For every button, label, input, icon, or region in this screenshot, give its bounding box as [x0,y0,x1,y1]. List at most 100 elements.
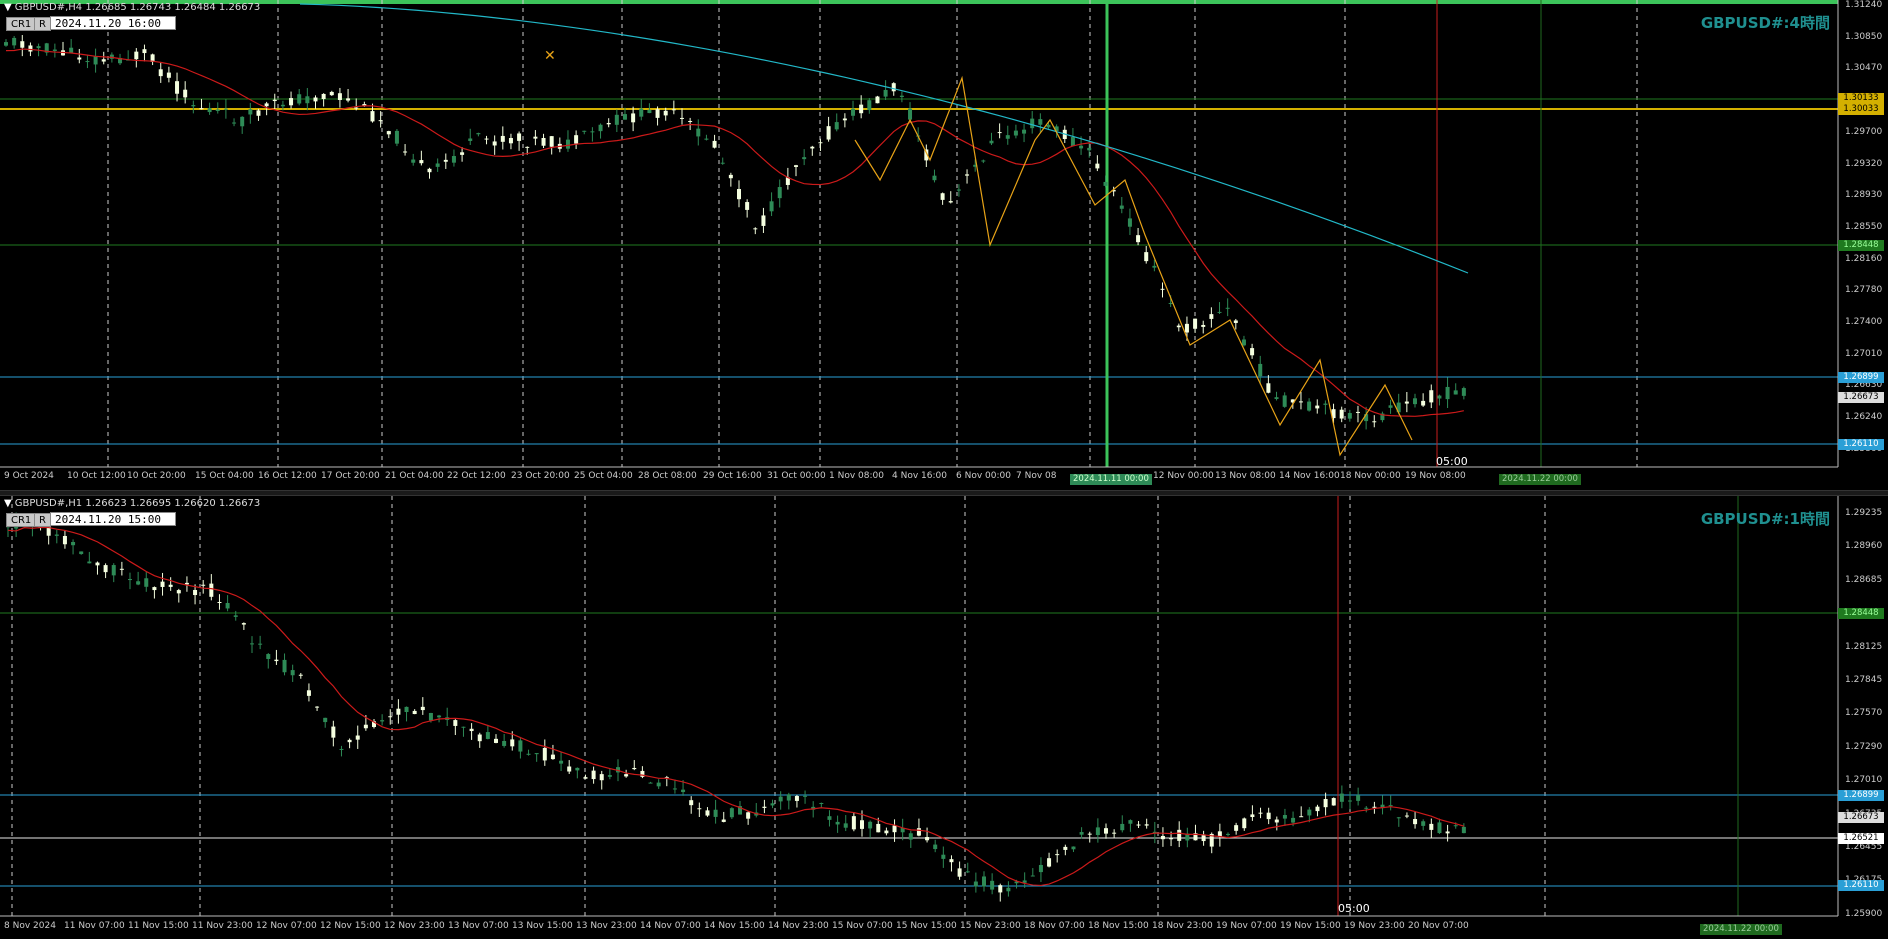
h1-candle [998,885,1003,893]
h4-candle [443,159,448,162]
h4-candle [704,138,709,140]
h4-candle [1282,395,1287,407]
h4-candle [1453,390,1458,395]
h1-candle [62,535,67,545]
h1-candle [1095,827,1100,836]
h1-candle [583,777,588,779]
h4-r-button[interactable]: R [34,17,51,31]
h4-candle [183,89,188,98]
h4-candle [834,122,839,130]
h1-date-label: 14 Nov 07:00 [640,921,701,931]
h4-candle [492,141,497,146]
h4-candle [549,136,554,147]
h4-price-label: 1.31240 [1845,0,1883,10]
h1-time-box[interactable]: 2024.11.20 15:00 [50,512,176,526]
h4-candle [574,135,579,144]
h1-candle [1307,809,1312,816]
h4-date-label: 16 Oct 12:00 [258,471,317,481]
h4-candle [720,162,725,164]
h4-time-box[interactable]: 2024.11.20 16:00 [50,16,176,30]
h1-candle [461,726,466,728]
h4-date-label: 15 Oct 04:00 [195,471,254,481]
h1-cr-button[interactable]: CR1 [6,513,37,527]
h1-candle [160,581,165,587]
h1-price-label: 1.29235 [1845,508,1883,518]
h4-candle [1087,147,1092,151]
h4-candle [1184,323,1189,333]
h4-candle [1030,118,1035,129]
h1-candle [648,782,653,784]
h4-date-label: 21 Oct 04:00 [385,471,444,481]
h4-candle [337,93,342,100]
h1-candle [184,582,189,585]
h4-candle [908,108,913,120]
h4-date-label: 6 Nov 00:00 [956,471,1011,481]
h1-candle [1421,821,1426,826]
h4-candle [622,114,627,120]
h4-candle [403,151,408,153]
h4-chart-pane[interactable]: ✕ ▼ GBPUSD#,H4 1.26685 1.26743 1.26484 1.… [0,0,1888,490]
h4-candle [166,72,171,78]
h1-candle [518,740,523,752]
h4-candle [346,98,351,101]
h4-chart-header: ▼ GBPUSD#,H4 1.26685 1.26743 1.26484 1.26… [4,2,261,13]
h4-candle [142,49,147,54]
h1-candle [380,720,385,722]
h1-candle [54,534,59,536]
h1-candle [1282,815,1287,819]
h4-price-label: 1.26240 [1845,412,1883,423]
h1-candle [485,732,490,739]
h1-candle [705,810,710,816]
h4-candle [1095,163,1100,169]
collapse-triangle-icon[interactable]: ▼ [4,498,12,509]
h1-date-label: 14 Nov 15:00 [704,921,765,931]
h4-candle [4,42,8,46]
h4-candle [1201,324,1206,327]
h1-candle [778,796,783,802]
h4-candle [175,81,180,94]
h4-candle [1421,400,1426,406]
h4-date-label: 25 Oct 04:00 [574,471,633,481]
h1-date-label: 13 Nov 07:00 [448,921,509,931]
h1-date-label: 13 Nov 15:00 [512,921,573,931]
h1-candle [144,578,149,587]
h1-candle [1339,793,1344,802]
h1-candle [681,789,686,793]
h4-candle [745,202,750,210]
h4-candle [1152,265,1157,268]
h4-cr-button[interactable]: CR1 [6,17,37,31]
h1-candle [1047,858,1052,867]
h4-chart-title: GBPUSD#:4時間 [1700,14,1830,32]
h4-candle [1070,137,1075,147]
h1-green-line-tag: 1.28448 [1838,608,1884,619]
h1-candle [607,775,612,777]
h4-candle [207,108,212,113]
h4-candle [1404,401,1409,404]
h4-candle [1372,421,1377,423]
h1-candle [266,654,271,659]
h4-candle [1323,403,1328,405]
h1-candle [1258,812,1263,814]
h4-chart-canvas[interactable]: ✕ [0,0,1888,490]
h1-candle [1388,805,1393,807]
h1-candle [843,823,848,828]
collapse-triangle-icon[interactable]: ▼ [4,2,12,13]
h4-candle [631,113,636,123]
h4-candle [378,120,383,122]
h4-candle [614,114,619,125]
h1-time-marker-label: 05:00 [1338,902,1370,915]
h1-candle [87,561,92,564]
h4-candle [1339,409,1344,419]
h4-date-label: 7 Nov 08 [1016,471,1057,481]
h1-candle [1461,826,1466,834]
h1-candle [241,623,246,625]
h4-price-label: 1.29320 [1845,158,1883,169]
h1-chart-pane[interactable]: ▼ GBPUSD#,H1 1.26623 1.26695 1.26620 1.26… [0,496,1888,939]
h1-chart-canvas[interactable] [0,496,1888,939]
h4-candle [867,100,872,111]
h4-candle [1176,325,1181,328]
h1-candle [1348,800,1352,802]
h1-candle [542,747,547,761]
h4-candle [199,108,204,110]
h1-r-button[interactable]: R [34,513,51,527]
